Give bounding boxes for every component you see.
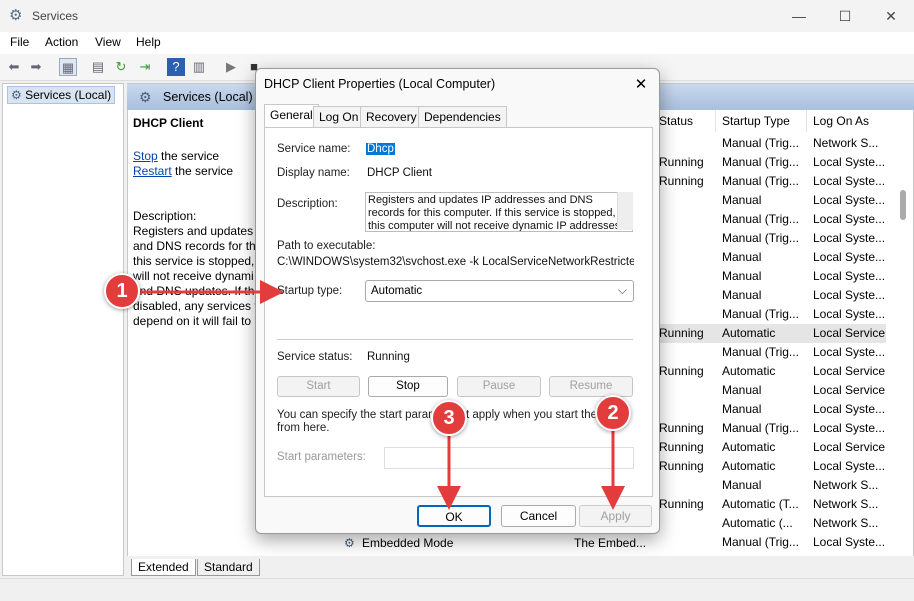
annotation-badge-1: 1 [104, 273, 140, 309]
annotation-badge-2: 2 [595, 395, 631, 431]
annotation-badge-3: 3 [431, 400, 467, 436]
